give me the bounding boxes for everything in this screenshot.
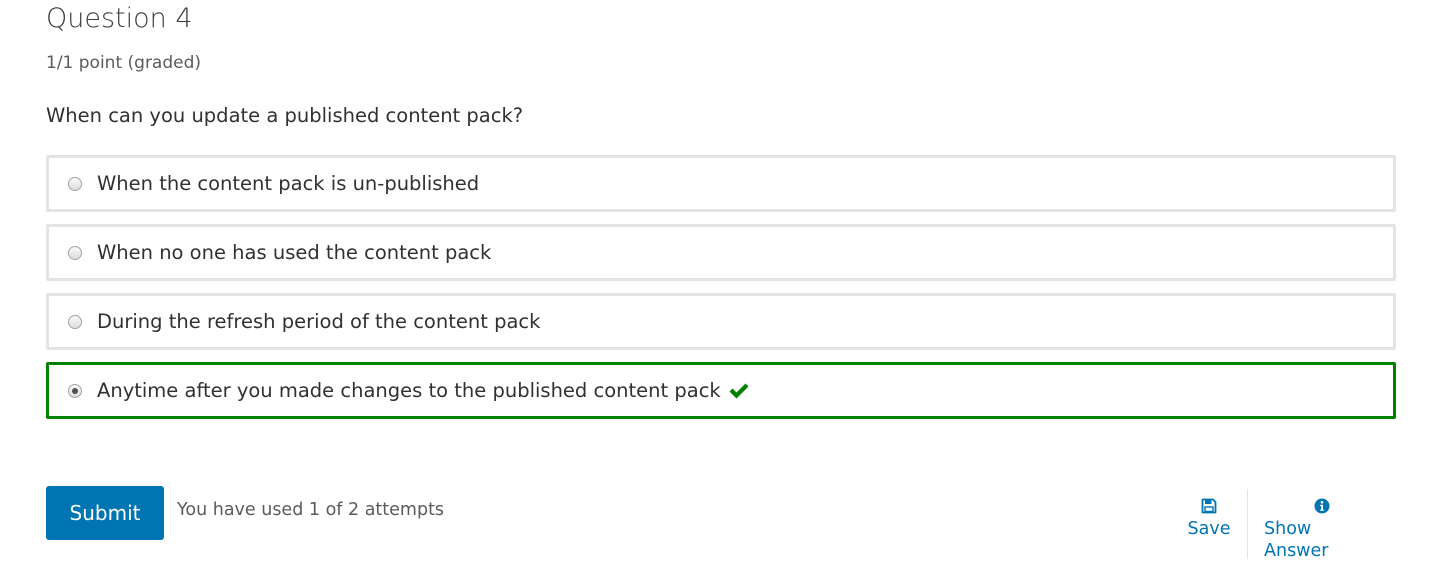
info-icon: [1314, 498, 1330, 514]
radio-button-selected[interactable]: [68, 383, 82, 398]
choice-label: When the content pack is un-published: [97, 171, 480, 195]
submit-button[interactable]: Submit: [46, 486, 164, 540]
choice-option[interactable]: When no one has used the content pack: [46, 224, 1396, 281]
choice-option[interactable]: When the content pack is un-published: [46, 155, 1396, 212]
save-button[interactable]: Save: [1186, 498, 1232, 540]
choice-option-correct[interactable]: Anytime after you made changes to the pu…: [46, 362, 1396, 419]
show-answer-button[interactable]: Show Answer: [1264, 498, 1380, 562]
radio-button[interactable]: [68, 314, 82, 329]
radio-button[interactable]: [68, 245, 82, 260]
choice-label: Anytime after you made changes to the pu…: [97, 378, 721, 402]
points-label: 1/1 point (graded): [46, 53, 202, 73]
show-answer-label: Show Answer: [1264, 519, 1329, 561]
radio-button[interactable]: [68, 176, 82, 191]
action-divider: [1247, 489, 1248, 559]
choice-list: When the content pack is un-published Wh…: [46, 155, 1396, 431]
save-icon: [1201, 498, 1217, 514]
choice-label: During the refresh period of the content…: [97, 309, 541, 333]
choice-option[interactable]: During the refresh period of the content…: [46, 293, 1396, 350]
question-title: Question 4: [46, 3, 193, 34]
choice-label: When no one has used the content pack: [97, 240, 492, 264]
save-label: Save: [1187, 519, 1231, 539]
checkmark-icon: [728, 382, 750, 400]
attempts-text: You have used 1 of 2 attempts: [177, 500, 445, 520]
question-prompt: When can you update a published content …: [46, 104, 524, 127]
